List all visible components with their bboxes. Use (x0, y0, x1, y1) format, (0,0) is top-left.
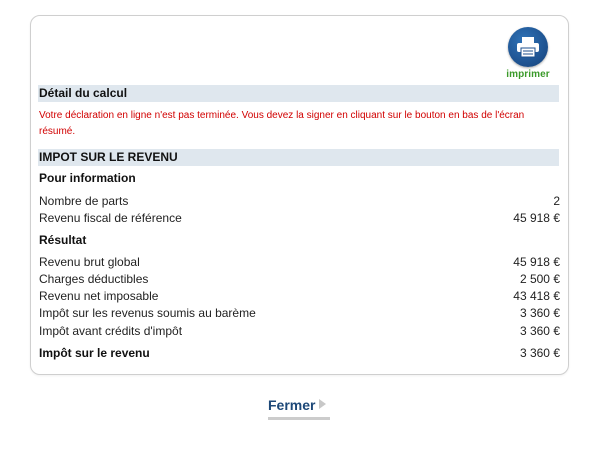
row-label: Revenu net imposable (39, 289, 159, 303)
row-value: 45 918 € (513, 255, 560, 269)
row-label: Impôt avant crédits d'impôt (39, 324, 183, 338)
info-row-reference-income: Revenu fiscal de référence 45 918 € (39, 210, 560, 226)
close-button-label: Fermer (268, 397, 316, 413)
calculation-detail-panel: imprimer Détail du calcul Votre déclarat… (30, 15, 569, 375)
row-label: Impôt sur les revenus soumis au barème (39, 306, 256, 320)
row-label: Revenu brut global (39, 255, 140, 269)
result-row-tax-on-scale: Impôt sur les revenus soumis au barème 3… (39, 305, 560, 321)
row-value: 45 918 € (513, 211, 560, 225)
row-label: Revenu fiscal de référence (39, 211, 182, 225)
print-button[interactable]: imprimer (498, 27, 558, 82)
printer-icon (508, 27, 548, 67)
close-button-underline (268, 417, 330, 420)
row-label: Nombre de parts (39, 194, 129, 208)
row-value: 43 418 € (513, 289, 560, 303)
result-row-net-taxable-income: Revenu net imposable 43 418 € (39, 288, 560, 304)
income-tax-section-title: IMPOT SUR LE REVENU (38, 149, 559, 166)
result-subheading: Résultat (39, 233, 87, 247)
print-button-label: imprimer (506, 69, 550, 80)
unsigned-declaration-warning: Votre déclaration en ligne n'est pas ter… (39, 110, 525, 137)
result-row-tax-before-credits: Impôt avant crédits d'impôt 3 360 € (39, 323, 560, 339)
result-row-deductible-charges: Charges déductibles 2 500 € (39, 271, 560, 287)
row-value: 2 (553, 194, 560, 208)
row-value: 3 360 € (519, 306, 560, 320)
arrow-right-icon (319, 399, 327, 409)
row-value: 3 360 € (519, 346, 560, 360)
result-row-income-tax-total: Impôt sur le revenu 3 360 € (39, 345, 560, 361)
row-label: Charges déductibles (39, 272, 149, 286)
row-value: 2 500 € (519, 272, 560, 286)
information-subheading: Pour information (39, 171, 136, 185)
row-label: Impôt sur le revenu (39, 346, 150, 360)
row-value: 3 360 € (519, 324, 560, 338)
close-button[interactable]: Fermer (268, 397, 330, 420)
detail-section-title: Détail du calcul (38, 85, 559, 102)
info-row-parts: Nombre de parts 2 (39, 193, 560, 209)
result-row-gross-income: Revenu brut global 45 918 € (39, 254, 560, 270)
